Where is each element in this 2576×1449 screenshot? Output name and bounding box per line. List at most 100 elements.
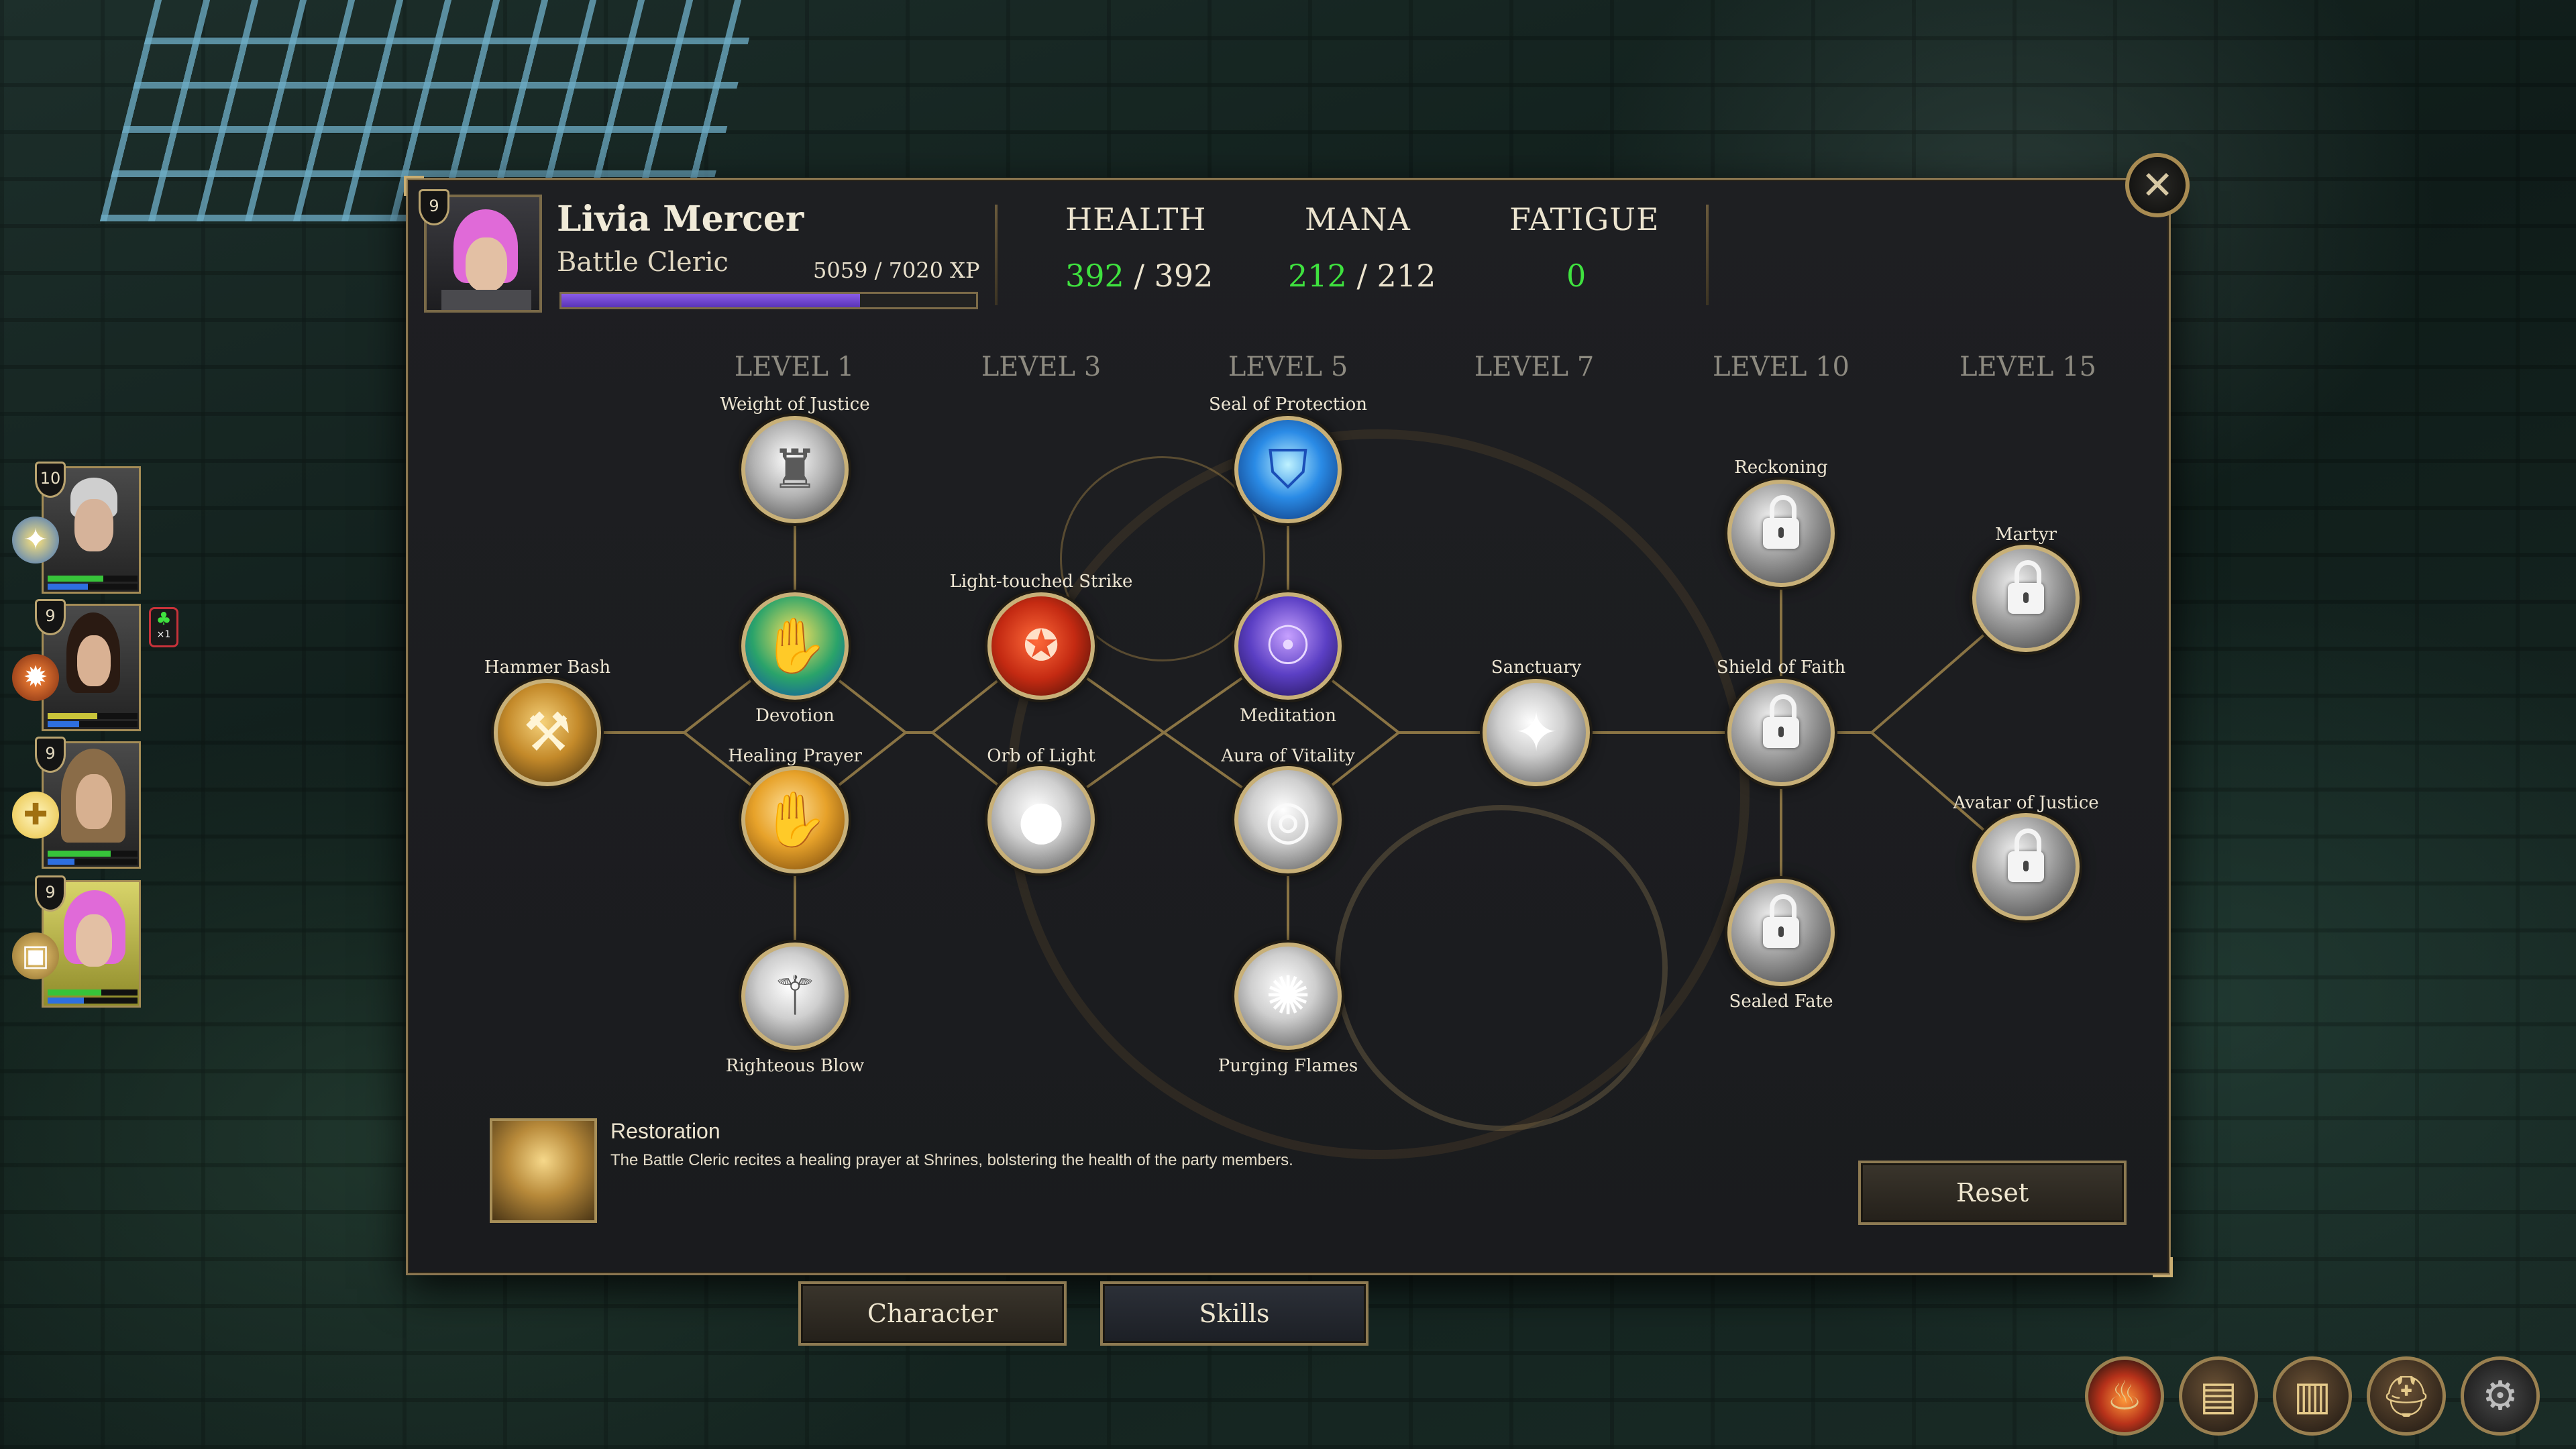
skill-avatar-of-justice[interactable] — [1972, 813, 2080, 920]
status-effect[interactable]: ♣ ×1 — [149, 607, 178, 647]
party-level-badge: 9 — [35, 737, 66, 773]
sanctuary-light-icon: ✦ — [1513, 701, 1559, 763]
party-mana-bar — [48, 584, 138, 590]
settings-button[interactable]: ⚙ — [2461, 1356, 2540, 1436]
sigil-decoration — [1006, 429, 1750, 1159]
fatigue-value: 0 — [1566, 258, 1587, 294]
mana-max: / 212 — [1356, 258, 1436, 294]
buff-icon: ✹ — [12, 654, 59, 701]
portrait-face — [466, 237, 507, 291]
rest-button[interactable]: ♨ — [2085, 1356, 2164, 1436]
lock-icon — [2008, 560, 2044, 614]
skill-righteous-blow[interactable]: ⚚ — [741, 943, 849, 1050]
skill-label: Shield of Faith — [1716, 657, 1846, 678]
strike-icon: ✪ — [1023, 621, 1059, 671]
party-level-badge: 9 — [35, 875, 66, 912]
lock-icon — [2008, 828, 2044, 882]
skill-sealed-fate[interactable] — [1727, 879, 1835, 986]
poison-icon: ♣ — [156, 609, 172, 629]
skill-label: Sanctuary — [1491, 657, 1582, 678]
shield-icon: ⛉ — [1268, 438, 1308, 500]
xp-bar — [559, 292, 978, 309]
skill-label: Devotion — [755, 706, 835, 726]
skill-label: Avatar of Justice — [1953, 793, 2099, 813]
portrait-face — [76, 774, 112, 829]
hammer-icon: ⚒ — [523, 701, 572, 763]
health-max: / 392 — [1134, 258, 1214, 294]
party-health-bar — [48, 576, 138, 582]
party-level-badge: 9 — [35, 599, 66, 635]
health-current: 392 — [1065, 258, 1124, 294]
party-health-bar — [48, 989, 138, 996]
header-divider — [1706, 205, 1709, 305]
skill-hammer-bash[interactable]: ⚒ — [494, 679, 601, 786]
tab-skills[interactable]: Skills — [1100, 1281, 1368, 1346]
mana-label: MANA — [1305, 201, 1411, 237]
portrait-face — [74, 499, 113, 551]
helmet-icon: ⛑ — [2380, 1373, 2432, 1420]
swirl-icon: ◎ — [1265, 788, 1311, 851]
party-mana-bar — [48, 859, 138, 865]
backpack-icon: ▤ — [2199, 1373, 2238, 1419]
skill-seal-of-protection[interactable]: ⛉ — [1234, 416, 1342, 523]
orb-icon: ● — [1018, 788, 1065, 851]
panel-corner-ornament — [2153, 1257, 2173, 1277]
reset-button[interactable]: Reset — [1858, 1161, 2127, 1225]
skill-shield-of-faith[interactable] — [1727, 679, 1835, 786]
portrait-armor — [441, 290, 531, 310]
skill-light-touched-strike[interactable]: ✪ — [987, 592, 1095, 700]
close-icon: ✕ — [2141, 162, 2174, 208]
description-text: The Battle Cleric recites a healing pray… — [610, 1151, 1293, 1169]
skill-meditation[interactable]: ☉ — [1234, 592, 1342, 700]
skill-label: Seal of Protection — [1209, 394, 1367, 415]
fatigue-label: FATIGUE — [1509, 201, 1660, 237]
xp-text: 5059 / 7020 XP — [813, 258, 980, 283]
mace-icon: ⚚ — [771, 965, 819, 1027]
skill-label: Aura of Vitality — [1221, 746, 1355, 766]
skill-healing-prayer[interactable]: ✋ — [741, 766, 849, 873]
skill-weight-of-justice[interactable]: ♜ — [741, 416, 849, 523]
mana-current: 212 — [1288, 258, 1347, 294]
mana-value: 212 / 212 — [1288, 258, 1436, 294]
skill-label: Light-touched Strike — [949, 572, 1133, 592]
praying-hands-icon: ✋ — [761, 614, 828, 677]
inventory-button[interactable]: ▤ — [2179, 1356, 2258, 1436]
gear-icon: ⚙ — [2482, 1373, 2518, 1419]
level-header: LEVEL 10 — [1712, 352, 1850, 382]
character-class: Battle Cleric — [557, 247, 729, 278]
status-count: ×1 — [156, 629, 171, 640]
level-badge: 9 — [419, 189, 449, 225]
skill-label: Meditation — [1239, 706, 1337, 726]
description-title: Restoration — [610, 1119, 720, 1143]
skill-martyr[interactable] — [1972, 545, 2080, 652]
health-label: HEALTH — [1065, 201, 1207, 237]
spellbook-icon: ▥ — [2293, 1373, 2332, 1419]
skill-orb-of-light[interactable]: ● — [987, 766, 1095, 873]
skill-label: Sealed Fate — [1729, 991, 1833, 1012]
portrait-face — [76, 914, 112, 967]
skill-reckoning[interactable] — [1727, 480, 1835, 587]
skill-label: Weight of Justice — [720, 394, 870, 415]
tab-character[interactable]: Character — [798, 1281, 1067, 1346]
skill-devotion[interactable]: ✋ — [741, 592, 849, 700]
party-level-badge: 10 — [35, 462, 66, 498]
level-header: LEVEL 5 — [1228, 352, 1348, 382]
skill-label: Orb of Light — [987, 746, 1095, 766]
level-header: LEVEL 7 — [1474, 352, 1595, 382]
character-name: Livia Mercer — [557, 199, 804, 239]
journal-button[interactable]: ▥ — [2273, 1356, 2352, 1436]
skill-purging-flames[interactable]: ✺ — [1234, 943, 1342, 1050]
lock-icon — [1763, 694, 1799, 748]
skill-aura-of-vitality[interactable]: ◎ — [1234, 766, 1342, 873]
radiant-figure-icon: ✺ — [1265, 965, 1311, 1027]
close-button[interactable]: ✕ — [2125, 153, 2190, 217]
level-header: LEVEL 1 — [734, 352, 855, 382]
skill-label: Hammer Bash — [484, 657, 611, 678]
lock-icon — [1763, 894, 1799, 948]
health-value: 392 / 392 — [1065, 258, 1213, 294]
equipment-button[interactable]: ⛑ — [2367, 1356, 2446, 1436]
skill-sanctuary[interactable]: ✦ — [1483, 679, 1590, 786]
party-health-bar — [48, 851, 138, 857]
lock-icon — [1763, 495, 1799, 549]
skill-label: Martyr — [1994, 525, 2057, 545]
